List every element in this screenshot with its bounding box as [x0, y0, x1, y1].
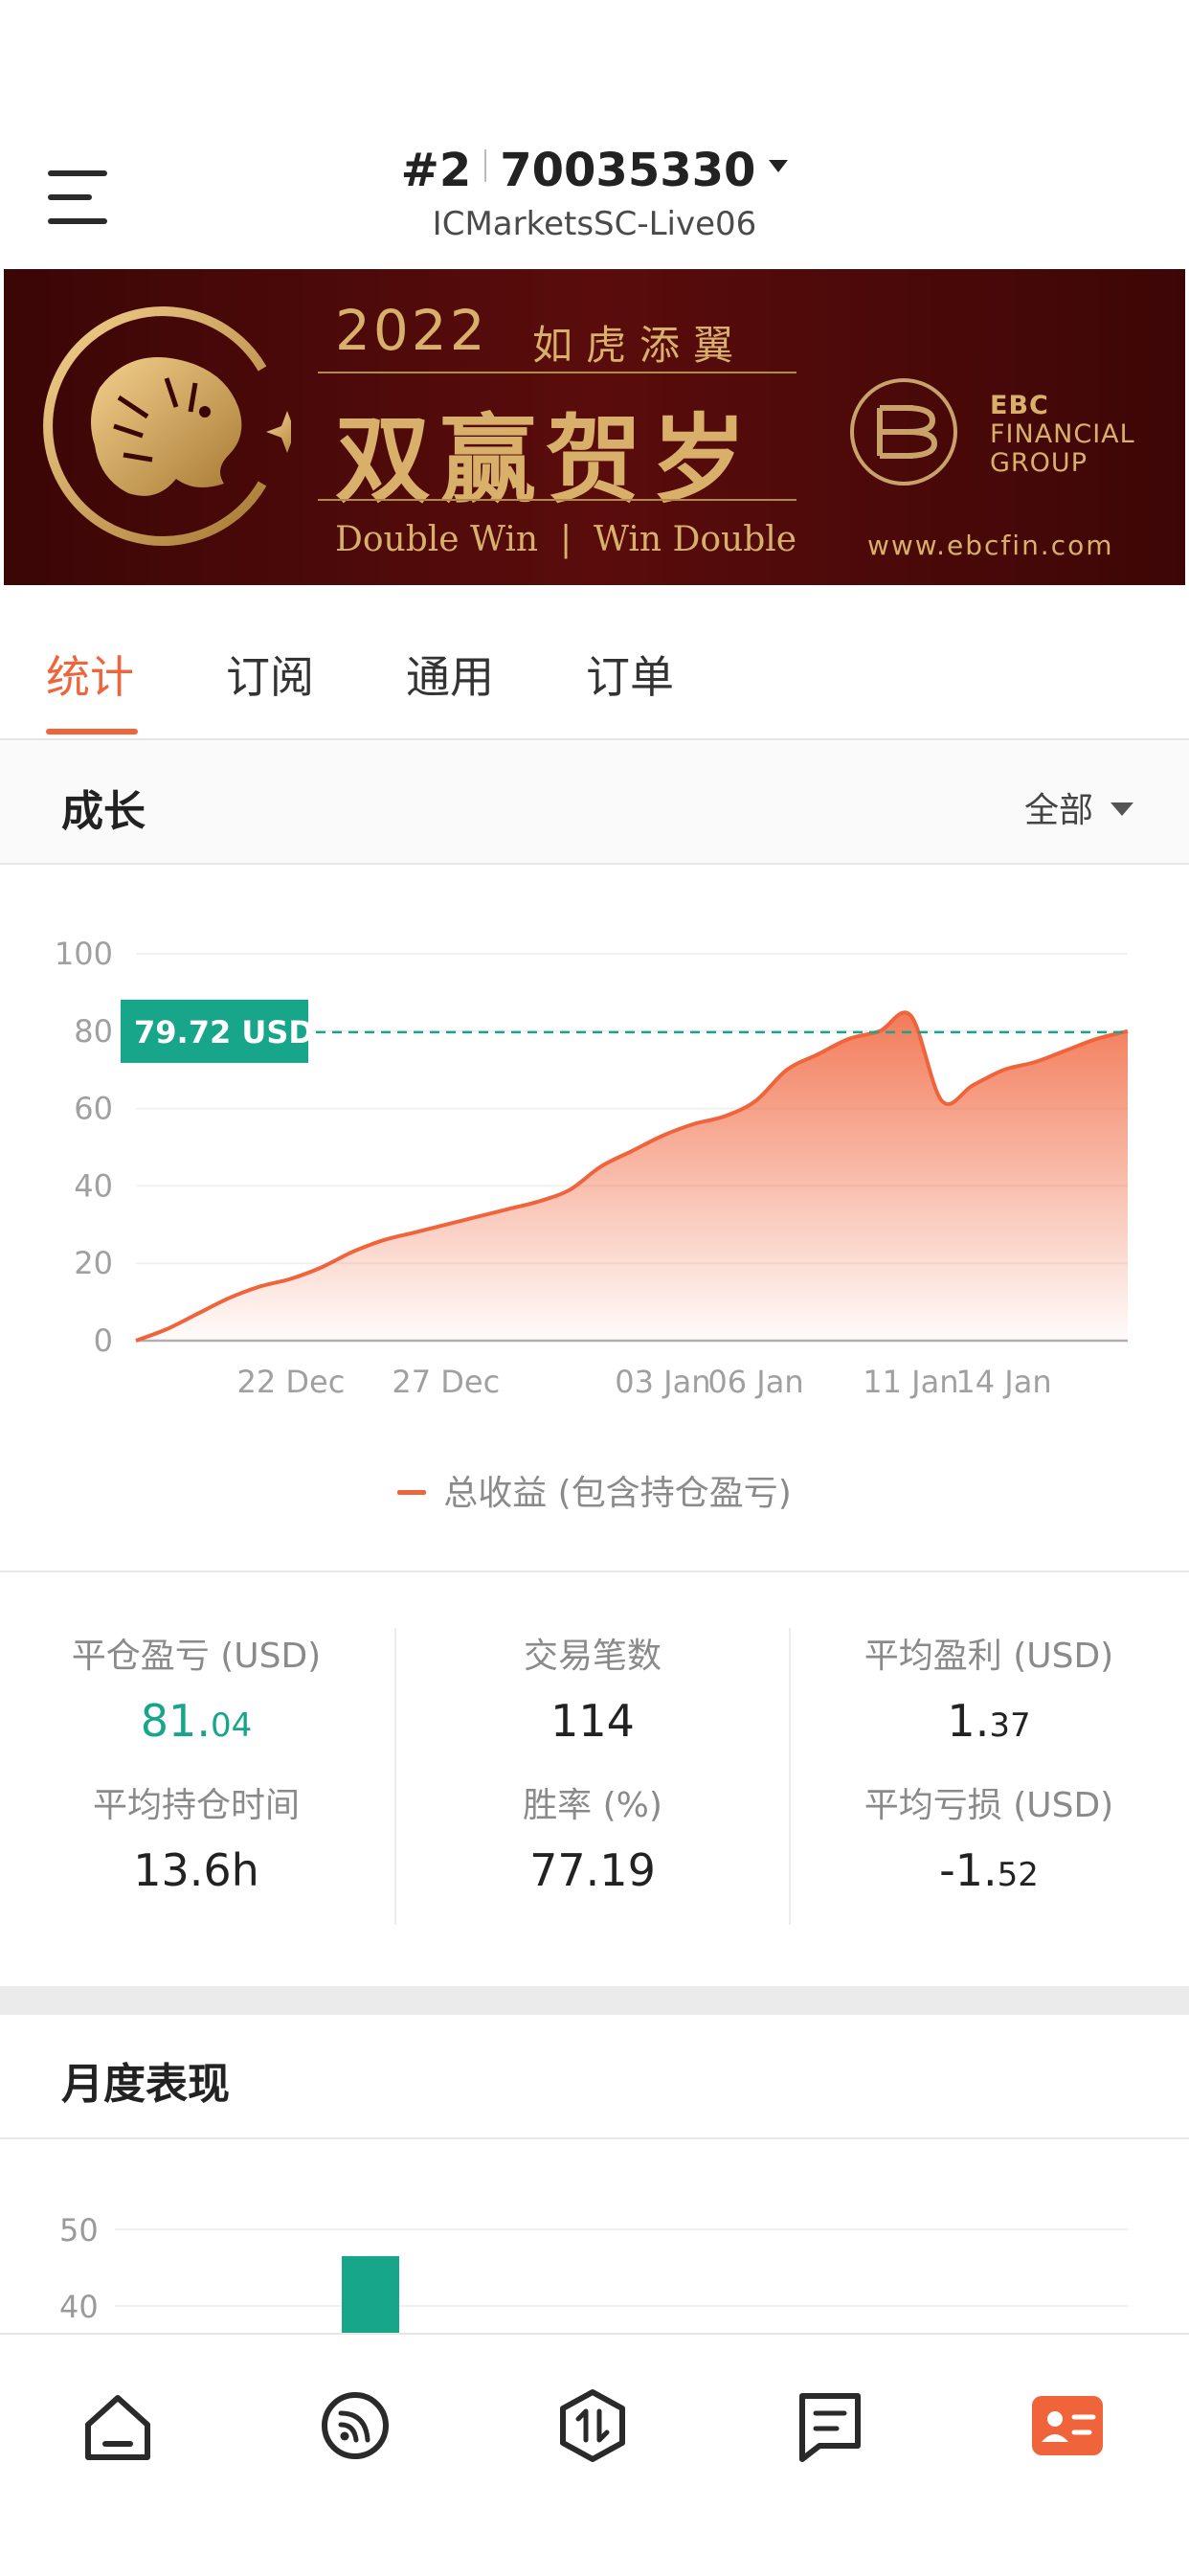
- stat-value: 77.19: [529, 1844, 656, 1896]
- account-number: 70035330: [500, 144, 756, 197]
- brand-line: GROUP: [990, 448, 1088, 478]
- banner-url: www.ebcfin.com: [867, 530, 1114, 561]
- stat-decimal: 37: [989, 1706, 1031, 1745]
- tab-general[interactable]: 通用: [406, 643, 494, 706]
- monthly-bar: [342, 2256, 399, 2333]
- tab-subscriptions[interactable]: 订阅: [226, 643, 314, 706]
- x-tick-label: 14 Jan: [955, 1364, 1051, 1400]
- stat-value: 13.6h: [133, 1844, 259, 1896]
- banner-divider: [318, 499, 796, 501]
- monthly-section-title: 月度表现: [61, 2060, 230, 2109]
- range-dropdown[interactable]: 全部: [1024, 782, 1133, 832]
- stat-int: 1.: [947, 1695, 990, 1747]
- divider: [0, 2137, 1189, 2139]
- brand-line: EBC: [990, 391, 1049, 420]
- y-tick-label: 100: [55, 936, 113, 972]
- stat-label: 平均持仓时间: [92, 1786, 300, 1825]
- profile-card-icon[interactable]: [1024, 2383, 1110, 2469]
- y-tick-label: 80: [74, 1013, 113, 1050]
- y-tick-label: 40: [59, 2289, 99, 2325]
- growth-section-header: 成长 全部: [0, 740, 1189, 865]
- y-tick-label: 50: [59, 2212, 99, 2248]
- account-selector[interactable]: #2 70035330: [0, 144, 1189, 197]
- section-title: 成长: [61, 787, 146, 836]
- chevron-down-icon: [769, 160, 789, 172]
- tab-statistics[interactable]: 统计: [46, 643, 134, 706]
- stat-decimal: 52: [997, 1856, 1039, 1894]
- home-icon[interactable]: [75, 2383, 161, 2469]
- chevron-down-icon: [1110, 802, 1133, 816]
- banner-year-subtitle: 如虎添翼: [532, 322, 748, 369]
- stats-grid: 平仓盈亏 (USD) 81.04 交易笔数 114 平均盈利 (USD) 1.3…: [0, 1628, 1189, 1934]
- y-tick-label: 60: [74, 1091, 113, 1127]
- stat-int: -1.: [939, 1844, 998, 1896]
- reference-label: 79.72 USD: [134, 1014, 314, 1051]
- tab-orders[interactable]: 订单: [586, 643, 674, 706]
- y-tick-label: 40: [74, 1167, 113, 1204]
- stat-label: 平均亏损 (USD): [864, 1786, 1114, 1825]
- legend-label: 总收益 (包含持仓盈亏): [443, 1474, 792, 1513]
- section-separator: [0, 1986, 1189, 2015]
- stat-avg-profit: 平均盈利 (USD) 1.37: [793, 1628, 1185, 1747]
- promo-banner[interactable]: 2022 如虎添翼 双赢贺岁 Double Win | Win Double E…: [4, 269, 1185, 585]
- account-separator: [484, 149, 487, 182]
- stat-label: 平均盈利 (USD): [864, 1637, 1114, 1676]
- x-tick-label: 22 Dec: [236, 1364, 345, 1400]
- range-label: 全部: [1023, 791, 1093, 830]
- stat-value: 114: [550, 1695, 635, 1747]
- divider: [0, 1570, 1189, 1572]
- tiger-logo-icon: [43, 306, 291, 546]
- growth-chart: 100 80 60 40 20 0 22 Dec 27 Dec 03 Jan06 Jan 11 …: [55, 936, 1129, 1400]
- brand-line: FINANCIAL: [990, 419, 1135, 449]
- x-tick-label: 27 Dec: [392, 1364, 500, 1400]
- x-tick-label: 06 Jan: [707, 1364, 803, 1400]
- account-prefix: #2: [400, 144, 472, 197]
- stat-win-rate: 胜率 (%) 77.19: [396, 1777, 789, 1896]
- stat-int: 81.: [140, 1695, 211, 1747]
- stat-label: 胜率 (%): [523, 1786, 662, 1825]
- x-tick-label: 11 Jan: [863, 1364, 958, 1400]
- banner-brand: EBC FINANCIAL GROUP: [990, 392, 1135, 478]
- message-icon[interactable]: [787, 2383, 873, 2469]
- banner-divider: [318, 372, 796, 373]
- stat-avg-loss: 平均亏损 (USD) -1.52: [793, 1777, 1185, 1896]
- banner-year: 2022: [335, 298, 488, 363]
- server-name: ICMarketsSC-Live06: [432, 205, 757, 243]
- stat-label: 交易笔数: [523, 1637, 662, 1676]
- stat-closed-pl: 平仓盈亏 (USD) 81.04: [0, 1628, 393, 1747]
- stat-label: 平仓盈亏 (USD): [71, 1637, 322, 1676]
- stat-value: -1.52: [793, 1844, 1185, 1896]
- x-tick-label: 03 Jan: [615, 1364, 710, 1400]
- feed-icon[interactable]: [312, 2383, 398, 2469]
- stat-decimal: 04: [210, 1706, 253, 1745]
- column-divider: [789, 1628, 791, 1925]
- bottom-nav: [0, 2333, 1189, 2576]
- stat-avg-hold: 平均持仓时间 13.6h: [0, 1777, 393, 1896]
- tab-bar: 统计 订阅 通用 订单: [0, 585, 1189, 740]
- monthly-chart: 50 40: [59, 2212, 1128, 2333]
- y-tick-label: 0: [94, 1322, 113, 1359]
- active-tab-indicator: [46, 729, 138, 734]
- legend-swatch: [397, 1490, 427, 1495]
- stat-trades: 交易笔数 114: [396, 1628, 789, 1747]
- trade-icon[interactable]: [550, 2383, 636, 2469]
- chart-legend: 总收益 (包含持仓盈亏): [0, 1465, 1189, 1515]
- stat-value: 81.04: [0, 1695, 393, 1747]
- ebc-logo-icon: [850, 378, 957, 486]
- banner-english-text: Double Win | Win Double: [335, 520, 797, 559]
- y-tick-label: 20: [74, 1245, 113, 1281]
- stat-value: 1.37: [793, 1695, 1185, 1747]
